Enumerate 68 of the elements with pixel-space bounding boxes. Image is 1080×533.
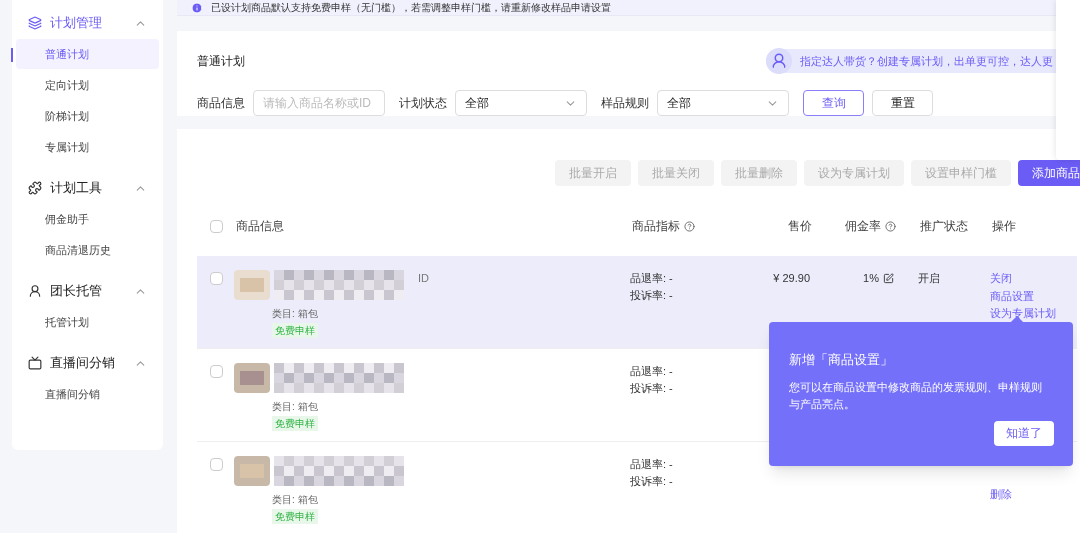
sidebar-group-title[interactable]: 直播间分销: [50, 353, 115, 373]
sidebar-group-title[interactable]: 计划管理: [50, 13, 102, 33]
action-link[interactable]: 关闭: [990, 270, 1056, 287]
column-header: 佣金率: [845, 218, 881, 235]
sidebar-item[interactable]: 专属计划: [16, 132, 159, 162]
checkbox[interactable]: [210, 272, 223, 285]
tooltip-title: 新增「商品设置」: [789, 351, 894, 369]
column-header: 推广状态: [920, 218, 968, 235]
metric-text: 投诉率: -: [630, 473, 674, 489]
search-field[interactable]: 请输入商品名称或ID: [253, 90, 385, 116]
notice-text: 已设计划商品默认支持免费申样（无门槛），若需调整申样门槛，请重新修改样品申请设置: [211, 1, 611, 15]
info-icon: [191, 1, 203, 14]
field-label: 样品规则: [601, 95, 649, 112]
field-label: 商品信息: [197, 95, 245, 112]
column-header: 售价: [788, 218, 812, 235]
free-sample-tag: 免费申样: [272, 416, 318, 431]
active-indicator: [11, 48, 13, 62]
column-header: 操作: [992, 218, 1016, 235]
tv-icon: [28, 356, 42, 370]
toolbar-button[interactable]: 添加商品: [1018, 160, 1080, 186]
select-field[interactable]: 全部: [657, 90, 789, 116]
metric-text: 品退率: -: [630, 364, 674, 379]
help-icon: [684, 220, 695, 232]
section-title: 普通计划: [197, 53, 245, 70]
sidebar-group-title[interactable]: 计划工具: [50, 178, 102, 198]
category-text: 类目: 箱包: [272, 493, 319, 507]
edit-icon[interactable]: [883, 272, 894, 284]
sidebar-item[interactable]: 阶梯计划: [16, 101, 159, 131]
checkbox[interactable]: [210, 458, 223, 471]
column-header: 商品信息: [236, 218, 284, 235]
metric-text: 投诉率: -: [630, 380, 674, 396]
sidebar-group-title[interactable]: 团长托管: [50, 281, 102, 301]
query-button[interactable]: 查询: [803, 90, 864, 116]
sidebar-item[interactable]: 托管计划: [16, 307, 159, 337]
action-link[interactable]: 商品设置: [990, 287, 1056, 304]
id-label: ID: [418, 271, 429, 286]
action-link[interactable]: 设为专属计划: [990, 305, 1056, 322]
category-text: 类目: 箱包: [272, 400, 319, 414]
price-text: ¥ 29.90: [773, 272, 810, 284]
tooltip-text: 您可以在商品设置中修改商品的发票规则、申样规则与产品亮点。: [789, 379, 1043, 412]
user-icon: [28, 284, 42, 298]
got-it-button[interactable]: 知道了: [994, 420, 1054, 446]
metric-text: 投诉率: -: [630, 287, 674, 303]
select-field[interactable]: 全部: [455, 90, 587, 116]
table-row[interactable]: ID 类目: 箱包 免费申样 品退率: - 投诉率: - ¥ 29.90 1% 开启 关闭 商品设置 设为专属计划: [197, 256, 1077, 349]
action-link[interactable]: 删除: [990, 486, 1012, 503]
help-icon: [885, 220, 896, 232]
reset-button[interactable]: 重置: [872, 90, 933, 116]
metric-text: 品退率: -: [630, 457, 674, 472]
field-label: 计划状态: [399, 95, 447, 112]
checkbox[interactable]: [210, 219, 223, 233]
puzzle-icon: [28, 181, 42, 195]
promo-banner[interactable]: 指定达人带货？创建专属计划，出单更可控，达人更: [766, 49, 1057, 73]
sidebar-item[interactable]: 商品清退历史: [16, 235, 159, 265]
column-header: 商品指标: [632, 218, 680, 235]
sidebar-item[interactable]: 普通计划: [16, 39, 159, 69]
sidebar-item[interactable]: 直播间分销: [16, 379, 159, 409]
commission-text: 1%: [863, 271, 879, 286]
user-icon: [766, 48, 792, 74]
sidebar-item[interactable]: 定向计划: [16, 70, 159, 100]
status-text: 开启: [918, 272, 940, 284]
sidebar-item[interactable]: 佣金助手: [16, 204, 159, 234]
checkbox[interactable]: [210, 365, 223, 378]
free-sample-tag: 免费申样: [272, 323, 318, 338]
free-sample-tag: 免费申样: [272, 509, 318, 524]
category-text: 类目: 箱包: [272, 307, 319, 321]
metric-text: 品退率: -: [630, 271, 674, 286]
layers-icon: [28, 16, 42, 30]
